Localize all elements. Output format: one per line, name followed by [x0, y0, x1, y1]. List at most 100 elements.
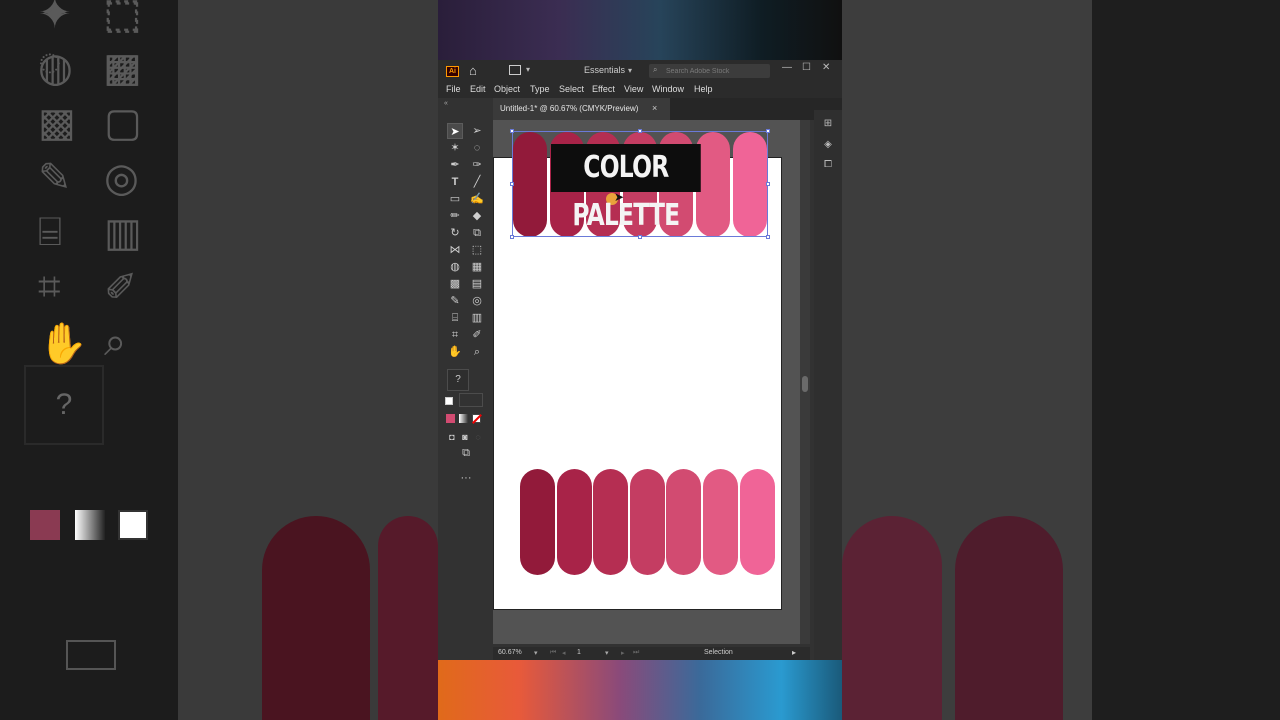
zoom-level[interactable]: 60.67%	[498, 649, 522, 656]
palette-swatch-7[interactable]	[739, 469, 775, 575]
curvature-tool-icon[interactable]: ✑	[469, 157, 485, 173]
zoom-tool-icon[interactable]: ⌕	[469, 344, 485, 360]
tab-untitled-1[interactable]: Untitled-1* @ 60.67% (CMYK/Preview) ×	[493, 98, 670, 120]
rectangle-tool-icon[interactable]: ▭	[447, 191, 463, 207]
bg-crop-icon: ⬚	[104, 0, 142, 37]
menu-type[interactable]: Type	[530, 84, 550, 94]
overlay-title: COLOR PALETTE	[551, 144, 701, 233]
menu-window[interactable]: Window	[652, 84, 684, 94]
libraries-panel-icon[interactable]: ⧠	[822, 159, 834, 171]
resize-handle[interactable]	[510, 182, 514, 186]
stock-search[interactable]: ⌕	[649, 64, 770, 78]
slice-tool-icon[interactable]: ✐	[469, 327, 485, 343]
first-artboard-icon[interactable]: ⏮	[550, 649, 556, 657]
perspective-grid-tool-icon[interactable]: ▦	[469, 259, 485, 275]
menu-file[interactable]: File	[446, 84, 461, 94]
workspace-switcher[interactable]: Essentials	[584, 65, 625, 75]
current-tool-status[interactable]: Selection	[704, 649, 733, 656]
menu-edit[interactable]: Edit	[470, 84, 486, 94]
menu-select[interactable]: Select	[559, 84, 584, 94]
mesh-tool-icon[interactable]: ▩	[447, 276, 463, 292]
play-icon[interactable]: ▸	[792, 648, 796, 657]
properties-panel-icon[interactable]: ⊞	[822, 118, 834, 130]
bg-blend-icon: ◎	[104, 156, 139, 200]
layers-panel-icon[interactable]: ◈	[822, 139, 834, 151]
palette-swatch-2[interactable]	[556, 469, 592, 575]
edit-toolbar-button[interactable]: ···	[458, 470, 474, 486]
resize-handle[interactable]	[510, 129, 514, 133]
palette-swatch-1[interactable]	[520, 469, 555, 575]
bg-slice-icon: ✐	[104, 266, 138, 310]
document-tabs: Untitled-1* @ 60.67% (CMYK/Preview) ×	[493, 98, 842, 120]
paintbrush-tool-icon[interactable]: ✍	[469, 191, 485, 207]
artboard-tool-icon[interactable]: ⌗	[447, 327, 463, 343]
close-button[interactable]: ✕	[822, 62, 830, 73]
line-tool-icon[interactable]: ╱	[469, 174, 485, 190]
help-button[interactable]: ?	[447, 369, 469, 391]
column-graph-tool-icon[interactable]: ▥	[469, 310, 485, 326]
selection-tool-icon[interactable]: ➤	[447, 123, 463, 139]
default-colors-icon[interactable]	[445, 397, 453, 405]
chevron-down-icon[interactable]: ▾	[605, 649, 609, 657]
vertical-scrollbar[interactable]	[800, 120, 810, 644]
palette-swatch-3[interactable]	[593, 469, 629, 575]
magic-wand-tool-icon[interactable]: ✶	[447, 140, 463, 156]
palette-swatch-6[interactable]	[703, 469, 738, 575]
eraser-tool-icon[interactable]: ◆	[469, 208, 485, 224]
pen-tool-icon[interactable]: ✒	[447, 157, 463, 173]
last-artboard-icon[interactable]: ⏭	[633, 649, 639, 657]
direct-selection-tool-icon[interactable]: ➢	[469, 123, 485, 139]
fill-color-swatch[interactable]	[446, 414, 455, 423]
draw-inside-icon[interactable]: ◌	[470, 429, 486, 445]
pencil-tool-icon[interactable]: ✏	[447, 208, 463, 224]
bg-screen-mode-icon	[66, 640, 116, 670]
scrollbar-thumb[interactable]	[802, 376, 808, 392]
lasso-tool-icon[interactable]: ◌	[469, 140, 485, 156]
chevron-down-icon[interactable]: ▾	[628, 66, 632, 75]
search-input[interactable]	[666, 65, 766, 77]
collapse-toolbar-icon[interactable]: «	[444, 100, 448, 107]
resize-handle[interactable]	[638, 129, 642, 133]
symbol-sprayer-tool-icon[interactable]: ⌸	[447, 310, 463, 326]
maximize-button[interactable]: ☐	[802, 62, 811, 73]
tab-close-button[interactable]: ×	[652, 103, 657, 113]
free-transform-tool-icon[interactable]: ⬚	[469, 242, 485, 258]
palette-swatch-5[interactable]	[666, 469, 702, 575]
menu-object[interactable]: Object	[494, 84, 520, 94]
menu-help[interactable]: Help	[694, 84, 713, 94]
hand-tool-icon[interactable]: ✋	[447, 344, 463, 360]
chevron-down-icon[interactable]: ▾	[534, 649, 538, 657]
resize-handle[interactable]	[766, 129, 770, 133]
resize-handle[interactable]	[766, 235, 770, 239]
minimize-button[interactable]: —	[782, 62, 792, 73]
canvas[interactable]: ➤ COLOR PALETTE	[493, 120, 800, 644]
gradient-tool-icon[interactable]: ▤	[469, 276, 485, 292]
app-logo: Ai	[446, 66, 459, 77]
menu-effect[interactable]: Effect	[592, 84, 615, 94]
none-swatch[interactable]	[472, 414, 482, 424]
blend-tool-icon[interactable]: ◎	[469, 293, 485, 309]
screen-mode-icon[interactable]: ⧉	[458, 445, 474, 461]
gradient-swatch[interactable]	[459, 414, 468, 423]
resize-handle[interactable]	[510, 235, 514, 239]
rotate-tool-icon[interactable]: ↻	[447, 225, 463, 241]
previous-artboard-icon[interactable]: ◂	[562, 649, 566, 657]
resize-handle[interactable]	[766, 182, 770, 186]
bg-eraser-icon: ✧	[38, 0, 72, 37]
type-tool-icon[interactable]: T	[447, 174, 463, 190]
bg-palette-swatch-7	[955, 516, 1063, 720]
width-tool-icon[interactable]: ⋈	[447, 242, 463, 258]
bg-chart-icon: ▥	[104, 211, 142, 255]
chevron-down-icon[interactable]: ▾	[526, 65, 530, 74]
menu-view[interactable]: View	[624, 84, 643, 94]
eyedropper-tool-icon[interactable]: ✎	[447, 293, 463, 309]
home-icon[interactable]: ⌂	[469, 64, 483, 78]
artboard-number[interactable]: 1	[577, 649, 581, 656]
fill-stroke-indicator[interactable]	[459, 393, 483, 407]
next-artboard-icon[interactable]: ▸	[621, 649, 625, 657]
arrange-documents-icon[interactable]	[509, 65, 521, 75]
shape-builder-tool-icon[interactable]: ◍	[447, 259, 463, 275]
bg-help-box: ?	[24, 365, 104, 445]
palette-swatch-4[interactable]	[629, 469, 665, 575]
scale-tool-icon[interactable]: ⧉	[469, 225, 485, 241]
